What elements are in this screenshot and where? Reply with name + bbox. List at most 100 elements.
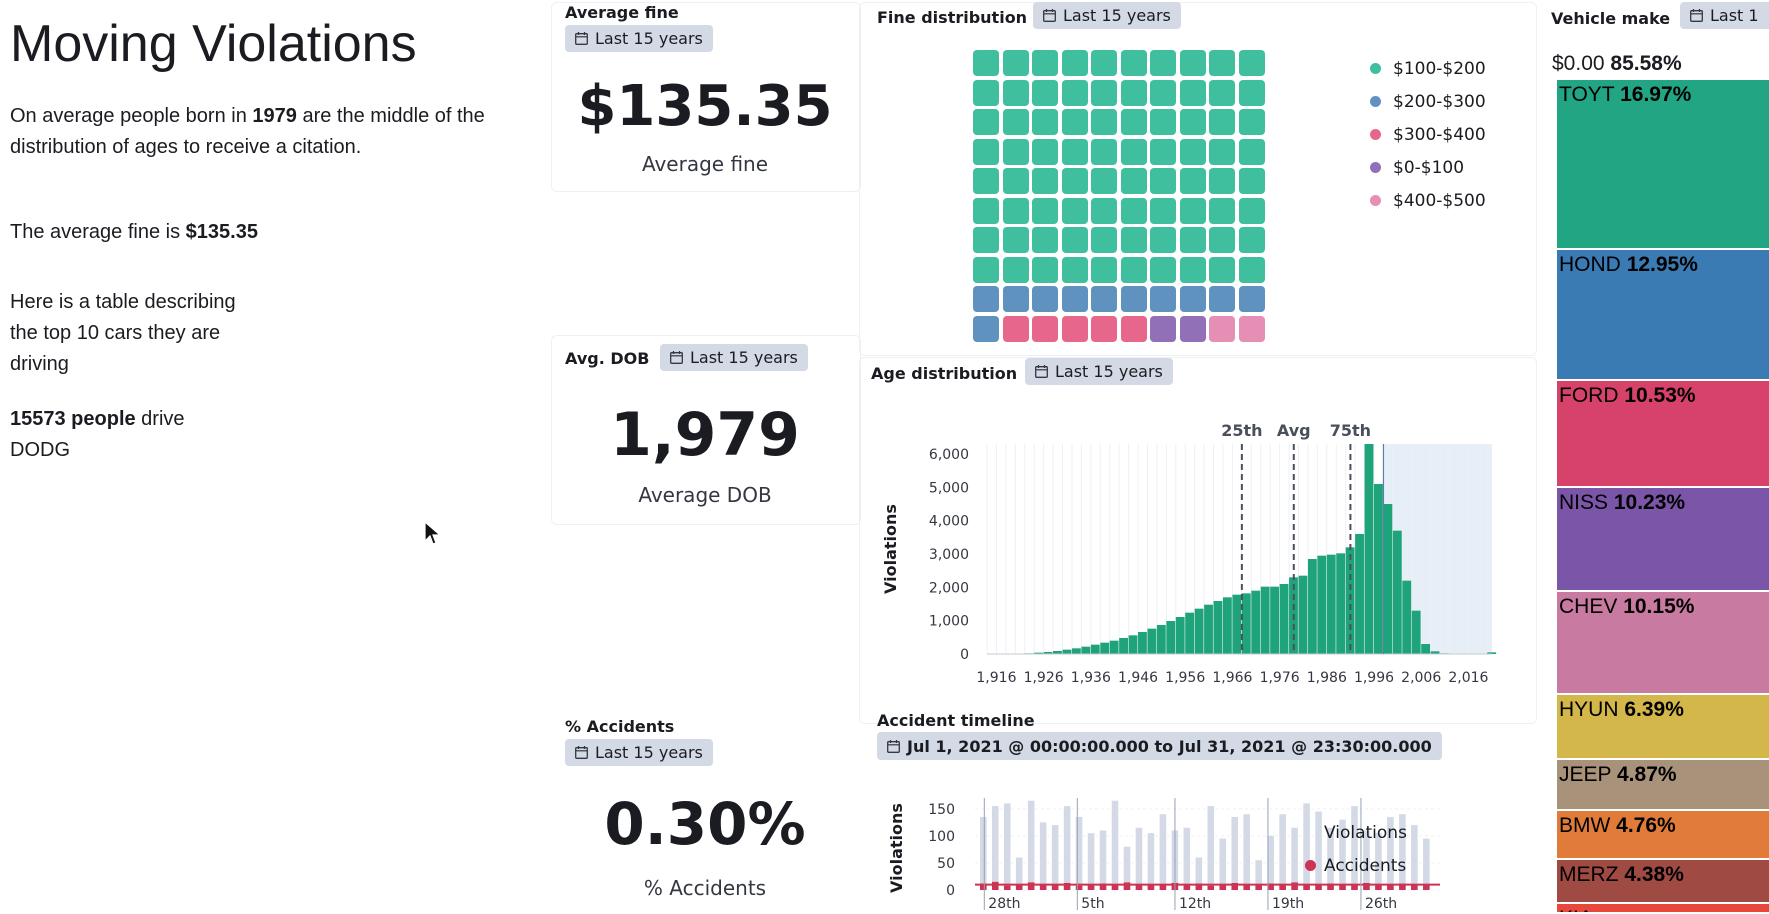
x-tick-label: 1,996 [1354,670,1394,686]
avg-dob-time-badge[interactable]: Last 15 years [660,344,808,371]
y-tick-label: 1,000 [929,614,969,630]
waffle-cell [1032,109,1058,135]
histogram-bar [1364,444,1374,654]
treemap-tile[interactable]: HYUN 6.39% [1557,695,1769,760]
treemap-tile[interactable]: KIA [1557,904,1769,914]
treemap-tile[interactable]: HOND 12.95% [1557,250,1769,381]
fine-distribution-title: Fine distribution [877,8,1028,27]
waffle-cell [1179,256,1206,283]
legend-item[interactable]: $0-$100 [1370,151,1486,184]
accident-timeline-title: Accident timeline [877,711,1035,730]
waffle-cell [1061,227,1088,253]
x-tick-label: 26th [1365,896,1397,912]
pct-accidents-time-badge[interactable]: Last 15 years [565,739,713,766]
treemap-make-label: MERZ [1559,863,1619,886]
waffle-cell [1061,50,1088,76]
treemap-pct-label: 12.95% [1626,253,1698,276]
time-badge-label: Last 15 years [1055,362,1163,381]
histogram-bar [1374,484,1383,654]
y-tick-label: 0 [960,647,969,663]
treemap-tile[interactable]: TOYT 16.97% [1557,80,1769,250]
y-tick-label: 3,000 [929,547,969,563]
histogram-bar [1071,648,1081,654]
waffle-cell [1209,256,1235,283]
waffle-cell [1120,79,1147,106]
avg-dob-title: Avg. DOB [565,349,650,368]
waffle-cell [1032,227,1058,253]
vehicle-make-time-badge[interactable]: Last 1 [1680,2,1769,29]
waffle-cell [1120,138,1147,165]
average-fine-label: Average fine [641,152,769,176]
accident-timeline-date-range[interactable]: Jul 1, 2021 @ 00:00:00.000 to Jul 31, 20… [877,732,1442,760]
treemap-make-label: KIA [1559,907,1593,912]
accidents-bar [1207,885,1215,890]
treemap-tile[interactable]: NISS 10.23% [1557,488,1769,592]
legend-item[interactable]: $300-$400 [1370,118,1486,151]
legend-label: $200-$300 [1393,91,1486,112]
legend-item[interactable]: Accidents [1305,849,1407,882]
average-fine-time-badge[interactable]: Last 15 years [565,25,713,52]
waffle-cell [1002,315,1029,342]
waffle-cell [1209,197,1235,224]
legend-dot-icon [1370,129,1381,140]
average-fine-value: $135.35 [577,74,833,139]
waffle-cell [1179,227,1206,253]
waffle-cell [1209,138,1235,165]
histogram-bar [1392,530,1402,654]
page-title: Moving Violations [10,15,417,73]
waffle-cell [1120,256,1147,283]
waffle-cell [1179,109,1206,135]
y-axis-label: Violations [887,803,906,893]
treemap-make-label: HYUN [1559,698,1619,721]
violations-bar [1183,827,1191,890]
fine-distribution-time-badge[interactable]: Last 15 years [1033,2,1181,29]
waffle-cell [1032,256,1058,283]
treemap-tile[interactable]: BMW 4.76% [1557,811,1769,860]
waffle-cell [1150,227,1176,253]
histogram-bar [1279,584,1289,654]
treemap-tile[interactable]: CHEV 10.15% [1557,592,1769,695]
age-distribution-time-badge[interactable]: Last 15 years [1025,358,1173,385]
pct-accidents-label: % Accidents [643,876,767,900]
waffle-cell [1179,197,1206,224]
histogram-bar [1298,575,1308,654]
treemap-tile[interactable]: JEEP 4.87% [1557,760,1769,811]
waffle-cell [1061,109,1088,135]
histogram-bar [1194,608,1204,654]
waffle-cell [1150,286,1176,312]
legend-item[interactable]: $200-$300 [1370,85,1486,118]
histogram-bar [1383,504,1393,654]
violations-bar [1231,816,1239,890]
legend-label: $100-$200 [1393,58,1486,79]
treemap-tile[interactable]: FORD 10.53% [1557,381,1769,488]
x-tick-label: 1,946 [1118,670,1158,686]
waffle-cell [1120,197,1147,224]
time-badge-label: Last 15 years [1063,6,1171,25]
vehicle-make-total: $0.00 85.58% [1552,52,1682,76]
legend-item[interactable]: Violations [1305,816,1407,849]
violations-bar [1279,814,1286,890]
calendar-icon [575,746,588,759]
waffle-cell [1209,286,1235,312]
waffle-cell [1120,109,1147,135]
legend-item[interactable]: $400-$500 [1370,184,1486,217]
waffle-cell [1091,168,1117,194]
violations-bar [1039,822,1047,890]
accidents-bar [1351,885,1358,890]
waffle-cell [973,50,999,76]
treemap-tile[interactable]: MERZ 4.38% [1557,860,1769,904]
legend-item[interactable]: $100-$200 [1370,52,1486,85]
treemap-pct-label: 4.38% [1624,863,1684,886]
waffle-cell [1150,50,1176,76]
waffle-cell [1209,79,1235,106]
violations-bar [1099,830,1107,890]
waffle-cell [1061,256,1088,283]
treemap-pct-label: 16.97% [1620,83,1692,106]
histogram-bar [1100,642,1110,654]
x-tick-label: 1,986 [1307,670,1347,686]
legend-label: $400-$500 [1393,190,1486,211]
waffle-cell [1238,50,1265,76]
histogram-bar [1109,640,1119,654]
waffle-cell [1061,315,1088,342]
treemap-pct-label: 4.76% [1616,814,1676,837]
